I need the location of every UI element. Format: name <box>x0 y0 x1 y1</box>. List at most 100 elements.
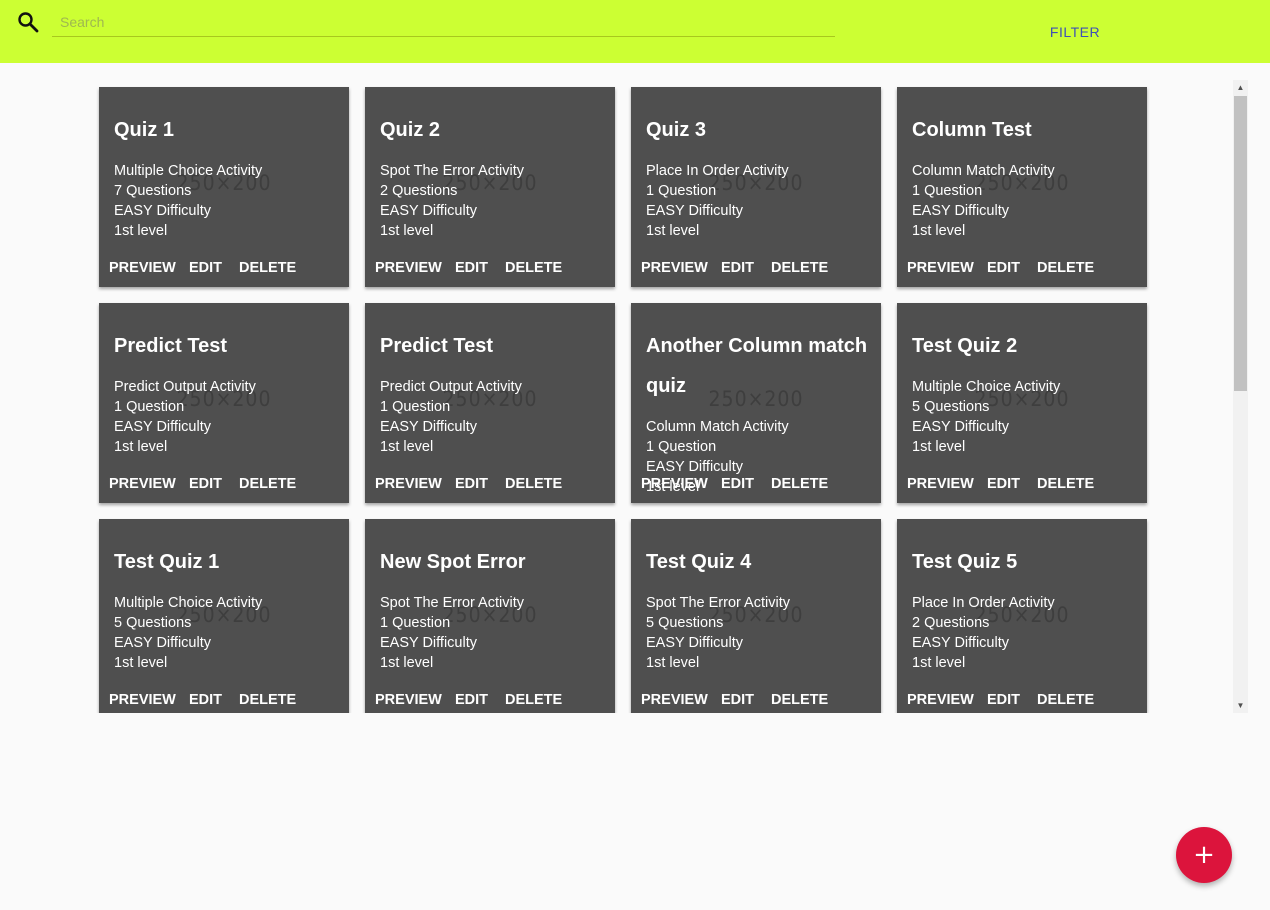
quiz-card[interactable]: 250×200 Quiz 2 Spot The Error Activity 2 Qu… <box>365 87 615 287</box>
quiz-questions: 5 Questions <box>646 615 724 631</box>
top-toolbar: FILTER <box>0 0 1270 63</box>
quiz-level: 1st level <box>380 439 434 455</box>
quiz-details: Multiple Choice Activity 5 Questions EASY … <box>912 377 1140 457</box>
quiz-title: Quiz 3 <box>646 119 707 141</box>
quiz-details: Predict Output Activity 1 Question EASY Di… <box>114 377 342 457</box>
quiz-title: Predict Test <box>114 335 227 357</box>
quiz-activity: Spot The Error Activity <box>646 595 790 611</box>
quiz-card[interactable]: 250×200 Predict Test Predict Output Activi… <box>99 303 349 503</box>
vertical-scrollbar[interactable]: ▲ ▼ <box>1233 80 1248 713</box>
delete-button[interactable]: DELETE <box>505 257 562 279</box>
quiz-difficulty: EASY Difficulty <box>912 203 1009 219</box>
quiz-card[interactable]: 250×200 Test Quiz 1 Multiple Choice Activi… <box>99 519 349 713</box>
quiz-questions: 2 Questions <box>912 615 990 631</box>
preview-button[interactable]: PREVIEW <box>641 689 708 711</box>
edit-button[interactable]: EDIT <box>987 257 1020 279</box>
scroll-thumb[interactable] <box>1234 96 1247 391</box>
quiz-questions: 1 Question <box>380 615 451 631</box>
delete-button[interactable]: DELETE <box>1037 473 1094 495</box>
quiz-difficulty: EASY Difficulty <box>380 203 477 219</box>
quiz-details: Column Match Activity 1 Question EASY Diff… <box>912 161 1140 241</box>
edit-button[interactable]: EDIT <box>721 689 754 711</box>
quiz-activity: Place In Order Activity <box>912 595 1055 611</box>
card-actions: PREVIEW EDIT DELETE <box>631 473 881 495</box>
edit-button[interactable]: EDIT <box>189 257 222 279</box>
scroll-up-arrow-icon[interactable]: ▲ <box>1233 80 1248 95</box>
quiz-card[interactable]: 250×200 Predict Test Predict Output Activi… <box>365 303 615 503</box>
quiz-questions: 5 Questions <box>912 399 990 415</box>
quiz-details: Spot The Error Activity 2 Questions EASY D… <box>380 161 608 241</box>
preview-button[interactable]: PREVIEW <box>907 473 974 495</box>
edit-button[interactable]: EDIT <box>721 257 754 279</box>
card-actions: PREVIEW EDIT DELETE <box>897 473 1147 495</box>
delete-button[interactable]: DELETE <box>239 689 296 711</box>
quiz-title: Test Quiz 5 <box>912 551 1018 573</box>
quiz-card[interactable]: 250×200 Test Quiz 4 Spot The Error Activit… <box>631 519 881 713</box>
quiz-level: 1st level <box>646 655 700 671</box>
delete-button[interactable]: DELETE <box>505 473 562 495</box>
quiz-details: Multiple Choice Activity 5 Questions EASY … <box>114 593 342 673</box>
scroll-down-arrow-icon[interactable]: ▼ <box>1233 698 1248 713</box>
edit-button[interactable]: EDIT <box>455 473 488 495</box>
preview-button[interactable]: PREVIEW <box>109 473 176 495</box>
delete-button[interactable]: DELETE <box>239 473 296 495</box>
delete-button[interactable]: DELETE <box>1037 257 1094 279</box>
delete-button[interactable]: DELETE <box>771 257 828 279</box>
quiz-activity: Column Match Activity <box>646 419 789 435</box>
quiz-title: Predict Test <box>380 335 493 357</box>
edit-button[interactable]: EDIT <box>455 257 488 279</box>
preview-button[interactable]: PREVIEW <box>641 473 708 495</box>
preview-button[interactable]: PREVIEW <box>109 257 176 279</box>
quiz-level: 1st level <box>912 655 966 671</box>
delete-button[interactable]: DELETE <box>505 689 562 711</box>
quiz-level: 1st level <box>114 223 168 239</box>
search-input[interactable] <box>52 7 835 37</box>
quiz-details: Spot The Error Activity 1 Question EASY Di… <box>380 593 608 673</box>
quiz-card[interactable]: 250×200 Test Quiz 5 Place In Order Activit… <box>897 519 1147 713</box>
edit-button[interactable]: EDIT <box>987 689 1020 711</box>
preview-button[interactable]: PREVIEW <box>375 473 442 495</box>
quiz-card[interactable]: 250×200 Quiz 1 Multiple Choice Activity 7 Q… <box>99 87 349 287</box>
quiz-difficulty: EASY Difficulty <box>114 419 211 435</box>
quiz-level: 1st level <box>380 223 434 239</box>
quiz-questions: 1 Question <box>646 439 717 455</box>
quiz-difficulty: EASY Difficulty <box>912 419 1009 435</box>
quiz-title: Quiz 1 <box>114 119 175 141</box>
delete-button[interactable]: DELETE <box>239 257 296 279</box>
preview-button[interactable]: PREVIEW <box>375 257 442 279</box>
quiz-level: 1st level <box>912 223 966 239</box>
card-actions: PREVIEW EDIT DELETE <box>897 257 1147 279</box>
preview-button[interactable]: PREVIEW <box>907 689 974 711</box>
quiz-card[interactable]: 250×200 Another Column match quiz Column M… <box>631 303 881 503</box>
edit-button[interactable]: EDIT <box>189 473 222 495</box>
preview-button[interactable]: PREVIEW <box>109 689 176 711</box>
card-actions: PREVIEW EDIT DELETE <box>365 257 615 279</box>
edit-button[interactable]: EDIT <box>987 473 1020 495</box>
quiz-difficulty: EASY Difficulty <box>646 203 743 219</box>
add-quiz-button[interactable]: + <box>1176 827 1232 883</box>
preview-button[interactable]: PREVIEW <box>907 257 974 279</box>
quiz-questions: 7 Questions <box>114 183 192 199</box>
quiz-card[interactable]: 250×200 Test Quiz 2 Multiple Choice Activi… <box>897 303 1147 503</box>
card-actions: PREVIEW EDIT DELETE <box>631 257 881 279</box>
quiz-card[interactable]: 250×200 Column Test Column Match Activity 1… <box>897 87 1147 287</box>
edit-button[interactable]: EDIT <box>721 473 754 495</box>
quiz-difficulty: EASY Difficulty <box>380 635 477 651</box>
delete-button[interactable]: DELETE <box>771 473 828 495</box>
quiz-card[interactable]: 250×200 New Spot Error Spot The Error Acti… <box>365 519 615 713</box>
quiz-questions: 1 Question <box>912 183 983 199</box>
preview-button[interactable]: PREVIEW <box>641 257 708 279</box>
edit-button[interactable]: EDIT <box>455 689 488 711</box>
quiz-difficulty: EASY Difficulty <box>646 635 743 651</box>
quiz-level: 1st level <box>912 439 966 455</box>
card-actions: PREVIEW EDIT DELETE <box>365 473 615 495</box>
card-actions: PREVIEW EDIT DELETE <box>631 689 881 711</box>
search-icon[interactable] <box>16 10 40 34</box>
edit-button[interactable]: EDIT <box>189 689 222 711</box>
delete-button[interactable]: DELETE <box>1037 689 1094 711</box>
filter-button[interactable]: FILTER <box>1032 16 1118 48</box>
quiz-card[interactable]: 250×200 Quiz 3 Place In Order Activity 1 Qu… <box>631 87 881 287</box>
quiz-activity: Multiple Choice Activity <box>114 163 263 179</box>
delete-button[interactable]: DELETE <box>771 689 828 711</box>
preview-button[interactable]: PREVIEW <box>375 689 442 711</box>
